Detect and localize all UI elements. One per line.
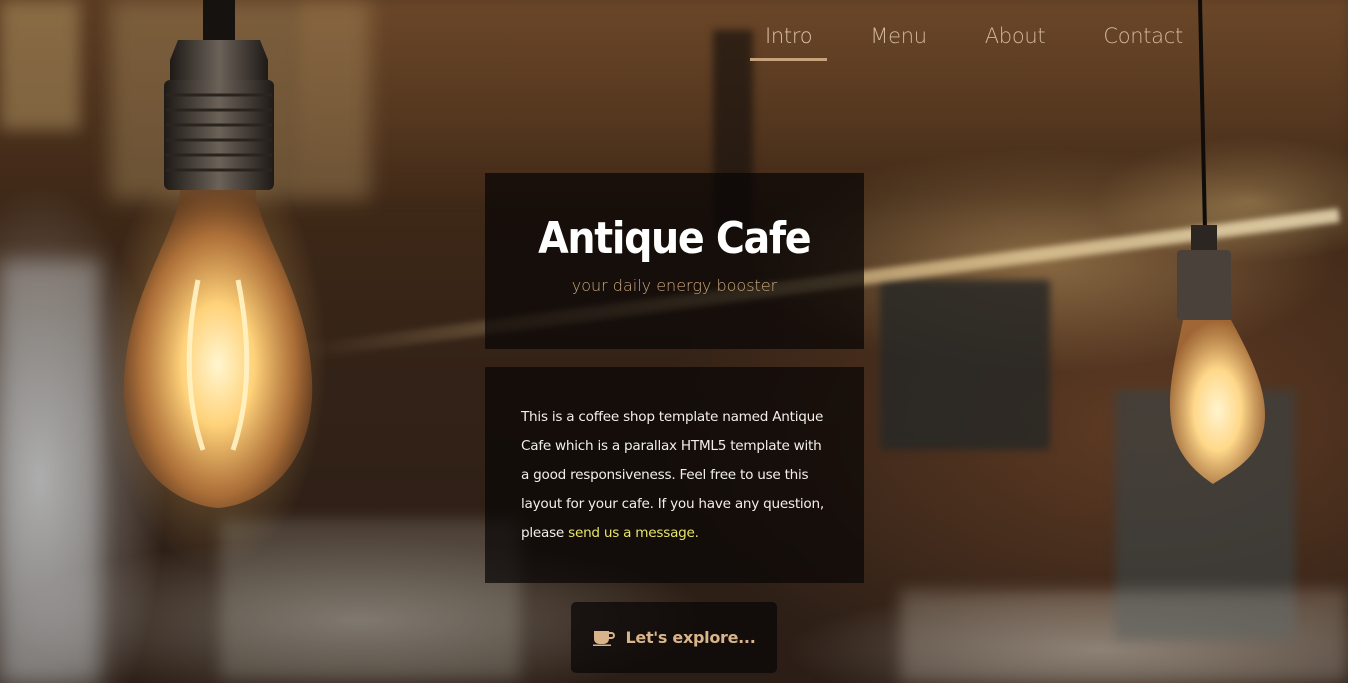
nav-item-menu[interactable]: Menu [855,21,941,61]
hero-title-panel: Antique Cafe your daily energy booster [485,173,864,349]
explore-label: Let's explore... [625,628,756,647]
lightbulb-icon [1165,0,1275,490]
nav-item-contact[interactable]: Contact [1088,21,1198,61]
explore-button[interactable]: Let's explore... [571,602,777,673]
nav-item-intro[interactable]: Intro [750,21,828,61]
intro-description-panel: This is a coffee shop template named Ant… [485,367,864,583]
lightbulb-icon [118,0,318,520]
main-nav: Intro Menu About Contact [750,21,1226,61]
site-title: Antique Cafe [538,213,812,264]
intro-text: This is a coffee shop template named Ant… [521,403,828,548]
send-message-link[interactable]: send us a message. [568,525,699,541]
coffee-cup-icon [592,630,615,646]
site-tagline: your daily energy booster [571,276,778,295]
nav-item-about[interactable]: About [970,21,1061,61]
intro-body-text: This is a coffee shop template named Ant… [521,409,824,541]
